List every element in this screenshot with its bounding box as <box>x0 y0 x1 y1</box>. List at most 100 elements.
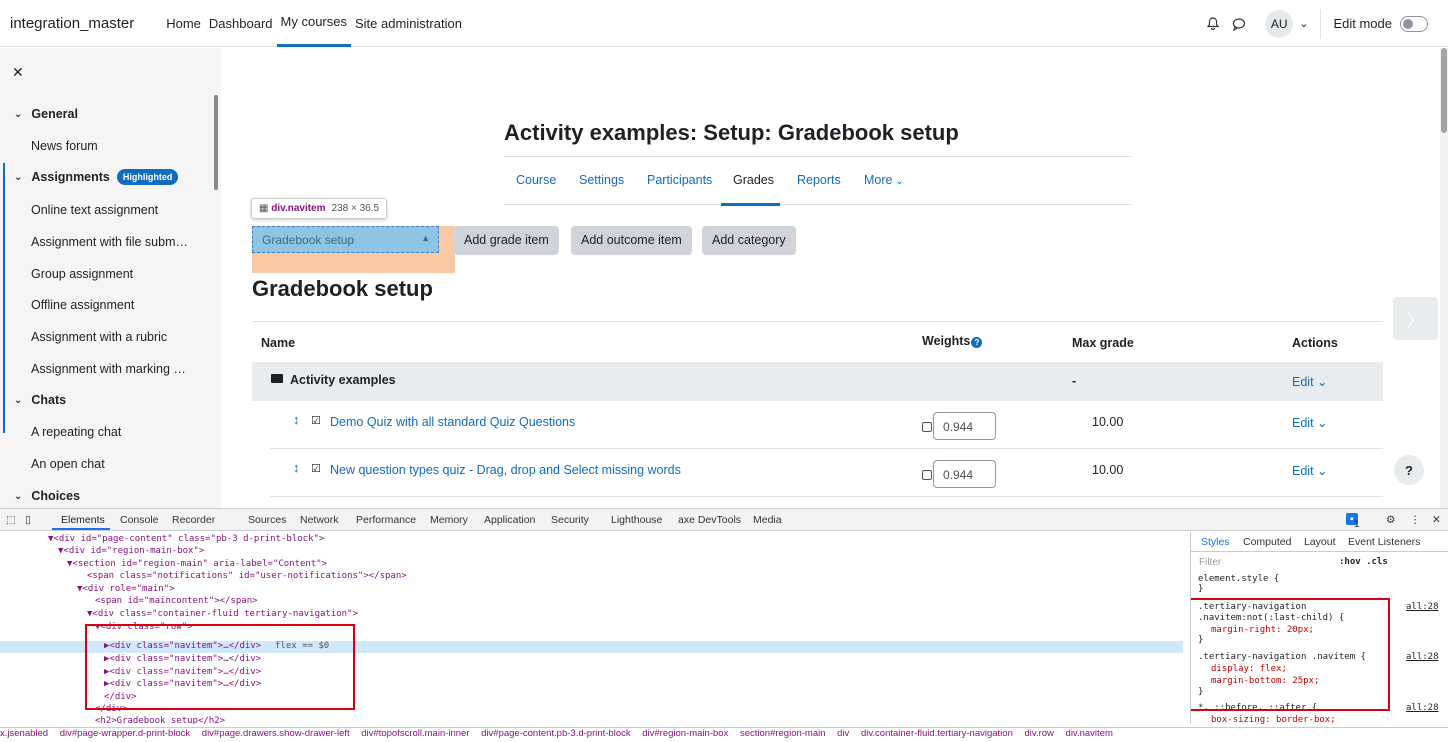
item-edit-menu[interactable]: Edit ⌄ <box>1292 463 1328 478</box>
tab-axe-devtools[interactable]: axe DevTools <box>678 514 741 526</box>
tab-course[interactable]: Course <box>516 173 556 187</box>
tab-security[interactable]: Security <box>551 514 589 526</box>
dom-node[interactable]: <span class="notifications" id="user-not… <box>87 571 407 581</box>
dom-node[interactable]: ▼<div role="main"> <box>77 584 175 594</box>
tab-memory[interactable]: Memory <box>430 514 468 526</box>
course-item-open-chat[interactable]: An open chat <box>31 457 105 471</box>
avatar[interactable]: AU <box>1265 9 1294 38</box>
chevron-down-icon[interactable]: ⌄ <box>14 491 22 502</box>
section-general[interactable]: ⌄ General <box>14 107 78 121</box>
styles-filter-input[interactable]: Filter <box>1199 557 1221 568</box>
weight-override-checkbox[interactable] <box>922 422 932 432</box>
breadcrumb-item[interactable]: section#region-main <box>740 728 826 739</box>
style-source-link[interactable]: all:28 <box>1406 703 1439 713</box>
tab-recorder[interactable]: Recorder <box>172 514 215 526</box>
course-item-news-forum[interactable]: News forum <box>31 139 98 153</box>
tab-sources[interactable]: Sources <box>248 514 287 526</box>
dom-node[interactable]: ▼<div id="region-main-box"> <box>58 546 204 556</box>
course-item-rubric-assignment[interactable]: Assignment with a rubric <box>31 330 167 344</box>
add-grade-item-button[interactable]: Add grade item <box>454 226 559 255</box>
section-chats[interactable]: ⌄ Chats <box>14 393 66 407</box>
style-source-link[interactable]: all:28 <box>1406 652 1439 662</box>
inspect-element-icon[interactable]: ⬚ <box>6 514 16 526</box>
course-item-marking-assignment[interactable]: Assignment with marking … <box>31 362 186 376</box>
tab-computed[interactable]: Computed <box>1243 536 1291 548</box>
course-item-online-text[interactable]: Online text assignment <box>31 203 158 217</box>
chevron-down-icon[interactable]: ⌄ <box>14 172 22 183</box>
weight-input[interactable]: 0.944 <box>933 460 996 488</box>
edit-mode-toggle[interactable] <box>1400 15 1428 32</box>
dom-node[interactable]: ▼<div class="container-fluid tertiary-na… <box>87 609 358 619</box>
move-icon[interactable]: ↕ <box>293 412 300 427</box>
page-scrollbar-thumb[interactable] <box>1441 48 1447 133</box>
tab-more[interactable]: More ⌄ <box>864 173 904 187</box>
breadcrumb-item[interactable]: div.row <box>1025 728 1054 739</box>
device-toolbar-icon[interactable]: ▯ <box>25 514 31 526</box>
site-brand[interactable]: integration_master <box>10 15 134 32</box>
style-source-link[interactable]: all:28 <box>1406 602 1439 612</box>
weight-override-checkbox[interactable] <box>922 470 932 480</box>
breadcrumb-item[interactable]: div#region-main-box <box>642 728 728 739</box>
breadcrumb-item[interactable]: div.navitem <box>1066 728 1113 739</box>
grade-item-link[interactable]: Demo Quiz with all standard Quiz Questio… <box>330 415 575 429</box>
drawer-toggle-button[interactable]: 〉 <box>1393 297 1438 340</box>
breadcrumb-item[interactable]: div#topofscroll.main-inner <box>361 728 469 739</box>
breadcrumb-item[interactable]: div#page-wrapper.d-print-block <box>60 728 190 739</box>
breadcrumb-item[interactable]: div.container-fluid.tertiary-navigation <box>861 728 1013 739</box>
category-edit-menu[interactable]: Edit ⌄ <box>1292 374 1328 389</box>
tab-styles[interactable]: Styles <box>1201 536 1230 548</box>
add-outcome-item-button[interactable]: Add outcome item <box>571 226 692 255</box>
dom-node[interactable]: <h2>Gradebook setup</h2> <box>95 716 225 724</box>
close-icon[interactable]: ✕ <box>12 64 24 81</box>
more-menu-icon[interactable]: ⋮ <box>1410 514 1421 526</box>
drawer-scrollbar[interactable] <box>214 95 218 190</box>
tab-performance[interactable]: Performance <box>356 514 416 526</box>
move-icon[interactable]: ↕ <box>293 460 300 475</box>
tab-network[interactable]: Network <box>300 514 339 526</box>
section-choices[interactable]: ⌄ Choices <box>14 489 80 503</box>
tab-event-listeners[interactable]: Event Listeners <box>1348 536 1420 548</box>
course-item-file-submission[interactable]: Assignment with file subm… <box>31 235 188 249</box>
chevron-down-icon[interactable]: ⌄ <box>14 395 22 406</box>
tab-elements[interactable]: Elements <box>61 514 105 526</box>
hov-cls-toggles[interactable]: :hov .cls <box>1339 557 1388 567</box>
section-assignments[interactable]: ⌄ Assignments Highlighted <box>14 169 179 185</box>
add-category-button[interactable]: Add category <box>702 226 796 255</box>
tab-console[interactable]: Console <box>120 514 159 526</box>
dom-node[interactable]: ▼<section id="region-main" aria-label="C… <box>67 559 327 569</box>
nav-home[interactable]: Home <box>162 0 205 47</box>
issues-badge[interactable]: ▪ 1 <box>1346 513 1360 530</box>
chevron-down-icon[interactable]: ⌄ <box>14 109 22 120</box>
help-circle-icon[interactable]: ? <box>971 337 983 348</box>
nav-my-courses[interactable]: My courses <box>276 0 351 47</box>
close-icon[interactable]: ✕ <box>1432 514 1441 526</box>
chevron-down-icon[interactable]: ⌄ <box>1299 17 1308 30</box>
grade-item-link[interactable]: New question types quiz - Drag, drop and… <box>330 463 681 477</box>
tab-settings[interactable]: Settings <box>579 173 624 187</box>
gradebook-action-select[interactable]: Gradebook setup ▲ <box>252 226 439 253</box>
breadcrumb-item[interactable]: x.jsenabled <box>0 728 48 739</box>
tab-application[interactable]: Application <box>484 514 535 526</box>
page-scrollbar[interactable] <box>1440 48 1448 508</box>
tab-reports[interactable]: Reports <box>797 173 841 187</box>
style-declaration[interactable]: box-sizing: border-box; <box>1211 715 1336 724</box>
dom-node[interactable]: <span id="maincontent"></span> <box>95 596 258 606</box>
dom-node[interactable]: ▼<div id="page-content" class="pb-3 d-pr… <box>48 534 324 544</box>
item-edit-menu[interactable]: Edit ⌄ <box>1292 415 1328 430</box>
gear-icon[interactable]: ⚙ <box>1386 514 1395 526</box>
help-button[interactable]: ? <box>1394 455 1424 485</box>
course-item-offline-assignment[interactable]: Offline assignment <box>31 298 134 312</box>
breadcrumb-item[interactable]: div <box>837 728 849 739</box>
bell-icon[interactable] <box>1203 14 1223 34</box>
course-item-repeating-chat[interactable]: A repeating chat <box>31 425 121 439</box>
tab-layout[interactable]: Layout <box>1304 536 1336 548</box>
breadcrumb-item[interactable]: div#page-content.pb-3.d-print-block <box>481 728 630 739</box>
nav-site-administration[interactable]: Site administration <box>351 0 466 47</box>
tab-participants[interactable]: Participants <box>647 173 712 187</box>
course-item-group-assignment[interactable]: Group assignment <box>31 267 133 281</box>
nav-dashboard[interactable]: Dashboard <box>205 0 277 47</box>
breadcrumb-item[interactable]: div#page.drawers.show-drawer-left <box>202 728 350 739</box>
tab-media[interactable]: Media <box>753 514 782 526</box>
chat-bubble-icon[interactable] <box>1229 14 1249 34</box>
weight-input[interactable]: 0.944 <box>933 412 996 440</box>
